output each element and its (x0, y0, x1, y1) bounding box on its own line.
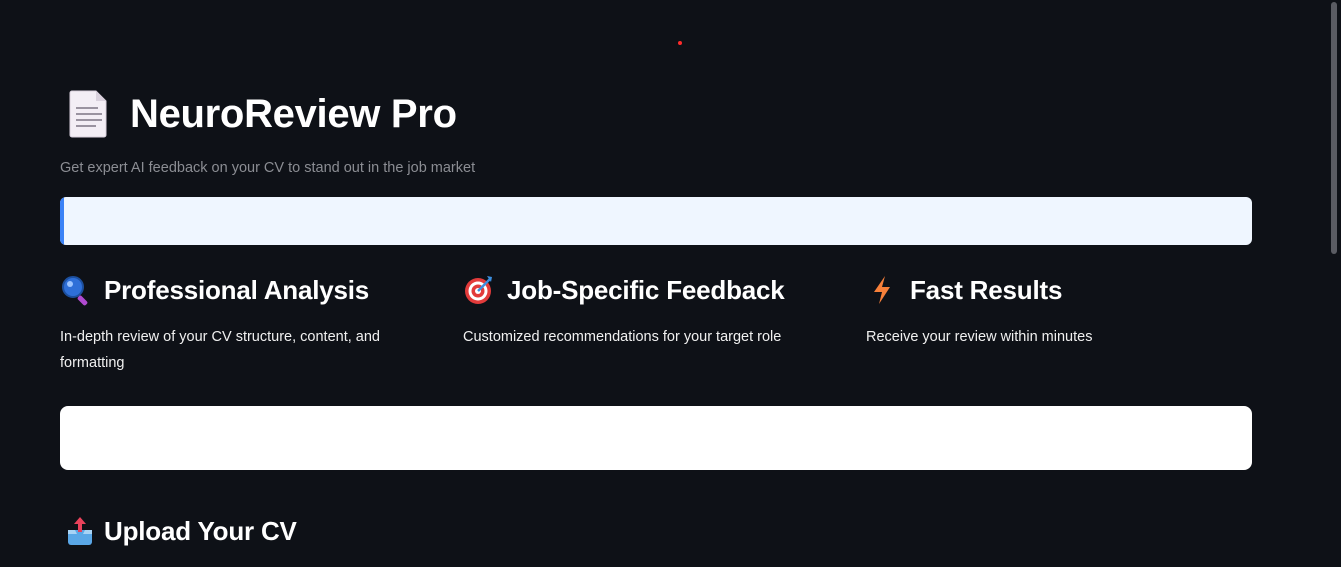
target-icon (465, 276, 492, 304)
info-banner (60, 197, 1252, 245)
feature-heading: Job-Specific Feedback (463, 272, 823, 308)
feature-title: Job-Specific Feedback (507, 274, 785, 305)
feature-description: Customized recommendations for your targ… (463, 329, 782, 345)
lightning-icon (874, 276, 890, 304)
feature-fast-results: Fast Results Receive your review within … (866, 272, 1226, 350)
feature-job-specific-feedback: Job-Specific Feedback Customized recomme… (463, 272, 823, 350)
app-page: NeuroReview Pro Get expert AI feedback o… (0, 0, 1341, 567)
feature-title: Fast Results (910, 274, 1063, 305)
feature-description: In-depth review of your CV structure, co… (60, 329, 380, 371)
feature-heading: Fast Results (866, 272, 1226, 308)
page-title: NeuroReview Pro (130, 92, 457, 136)
magnifier-icon (62, 276, 88, 306)
feature-heading: Professional Analysis (60, 272, 420, 308)
feature-description: Receive your review within minutes (866, 329, 1093, 345)
scrollbar-thumb[interactable] (1331, 2, 1337, 254)
running-status-indicator (678, 41, 682, 45)
feature-professional-analysis: Professional Analysis In-depth review of… (60, 272, 420, 376)
upload-title: Upload Your CV (104, 515, 297, 546)
page-subtitle: Get expert AI feedback on your CV to sta… (60, 160, 476, 176)
upload-section-heading: Upload Your CV (66, 513, 297, 549)
content-panel (60, 406, 1252, 470)
info-banner-accent (60, 197, 64, 245)
page-header: NeuroReview Pro (66, 88, 457, 140)
page-scrollbar[interactable] (1331, 0, 1337, 567)
outbox-tray-icon (68, 517, 92, 545)
feature-title: Professional Analysis (104, 274, 370, 305)
page-facing-up-icon (69, 90, 107, 138)
